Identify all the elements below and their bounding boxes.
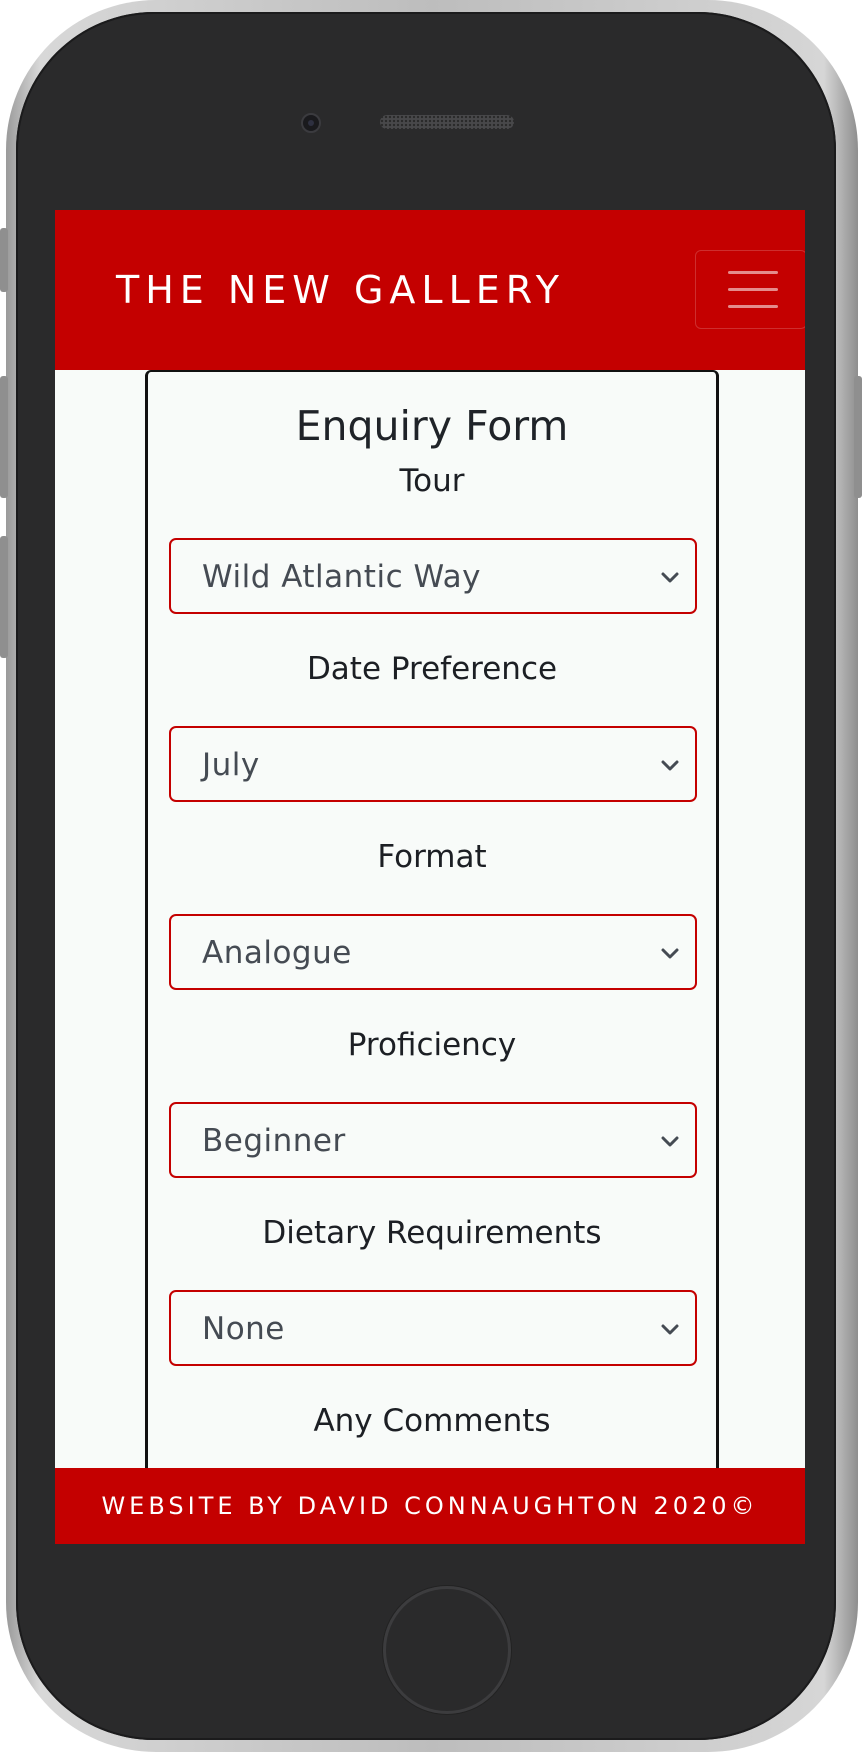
navbar: THE NEW GALLERY bbox=[55, 210, 805, 370]
screen: THE NEW GALLERY Enquiry Form Tour Wild A… bbox=[55, 210, 805, 1544]
chevron-down-icon bbox=[661, 1324, 679, 1335]
format-select[interactable]: Analogue bbox=[169, 914, 697, 990]
format-label: Format bbox=[377, 839, 487, 875]
tour-label: Tour bbox=[399, 463, 465, 499]
chevron-down-icon bbox=[661, 760, 679, 771]
front-camera bbox=[301, 113, 321, 133]
tour-select-value: Wild Atlantic Way bbox=[202, 559, 481, 595]
proficiency-select-value: Beginner bbox=[202, 1123, 346, 1159]
phone-volume-down bbox=[0, 536, 8, 658]
dietary-requirements-label: Dietary Requirements bbox=[262, 1215, 602, 1251]
dietary-requirements-select[interactable]: None bbox=[169, 1290, 697, 1366]
date-preference-select[interactable]: July bbox=[169, 726, 697, 802]
footer: WEBSITE BY DAVID CONNAUGHTON 2020© bbox=[55, 1468, 805, 1544]
footer-credit: WEBSITE BY DAVID CONNAUGHTON 2020© bbox=[101, 1492, 759, 1520]
chevron-down-icon bbox=[661, 572, 679, 583]
proficiency-select[interactable]: Beginner bbox=[169, 1102, 697, 1178]
date-preference-select-value: July bbox=[202, 747, 260, 783]
earpiece-speaker bbox=[380, 115, 514, 129]
dietary-requirements-select-value: None bbox=[202, 1311, 285, 1347]
tour-select[interactable]: Wild Atlantic Way bbox=[169, 538, 697, 614]
format-select-value: Analogue bbox=[202, 935, 352, 971]
chevron-down-icon bbox=[661, 948, 679, 959]
date-preference-label: Date Preference bbox=[306, 651, 558, 687]
phone-silent-switch bbox=[0, 228, 8, 292]
comments-label: Any Comments bbox=[313, 1403, 551, 1439]
phone-volume-up bbox=[0, 376, 8, 498]
brand-logo[interactable]: THE NEW GALLERY bbox=[116, 268, 565, 312]
chevron-down-icon bbox=[661, 1136, 679, 1147]
phone-power-button bbox=[854, 376, 862, 498]
proficiency-label: Proficiency bbox=[347, 1027, 517, 1063]
form-title: Enquiry Form bbox=[295, 402, 569, 450]
home-button[interactable] bbox=[383, 1586, 511, 1714]
enquiry-form: Enquiry Form Tour Wild Atlantic Way Date… bbox=[145, 370, 719, 1544]
navbar-toggle-button[interactable] bbox=[695, 250, 805, 329]
